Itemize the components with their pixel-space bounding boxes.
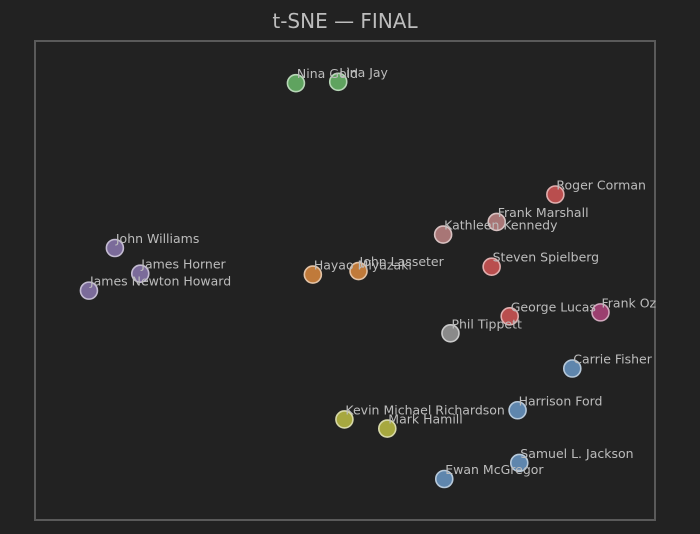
point-label-roger-corman: Roger Corman (556, 178, 646, 193)
point-label-carrie-fisher: Carrie Fisher (573, 352, 652, 367)
point-label-ewan-mcgregor: Ewan McGregor (445, 462, 544, 477)
point-label-samuel-l-jackson: Samuel L. Jackson (520, 446, 633, 461)
point-label-mark-hamill: Mark Hamill (388, 412, 462, 427)
point-label-harrison-ford: Harrison Ford (519, 393, 603, 408)
point-label-frank-oz: Frank Oz (601, 295, 656, 310)
point-label-james-horner: James Horner (140, 257, 226, 272)
point-label-kathleen-kennedy: Kathleen Kennedy (444, 218, 558, 233)
point-label-john-lasseter: John Lasseter (359, 254, 445, 269)
point-label-john-williams: John Williams (115, 231, 199, 246)
point-label-george-lucas: George Lucas (511, 299, 596, 314)
point-label-phil-tippett: Phil Tippett (451, 316, 522, 331)
point-label-james-newton-howard: James Newton Howard (89, 274, 231, 289)
chart-title: t-SNE — FINAL (272, 9, 418, 33)
point-label-steven-spielberg: Steven Spielberg (493, 250, 600, 265)
point-label-lina-jay: Lina Jay (339, 65, 388, 80)
tsne-chart: t-SNE — FINAL Nina GoldLina JayRoger Cor… (34, 9, 657, 521)
points-layer: Nina GoldLina JayRoger CormanFrank Marsh… (79, 65, 657, 489)
